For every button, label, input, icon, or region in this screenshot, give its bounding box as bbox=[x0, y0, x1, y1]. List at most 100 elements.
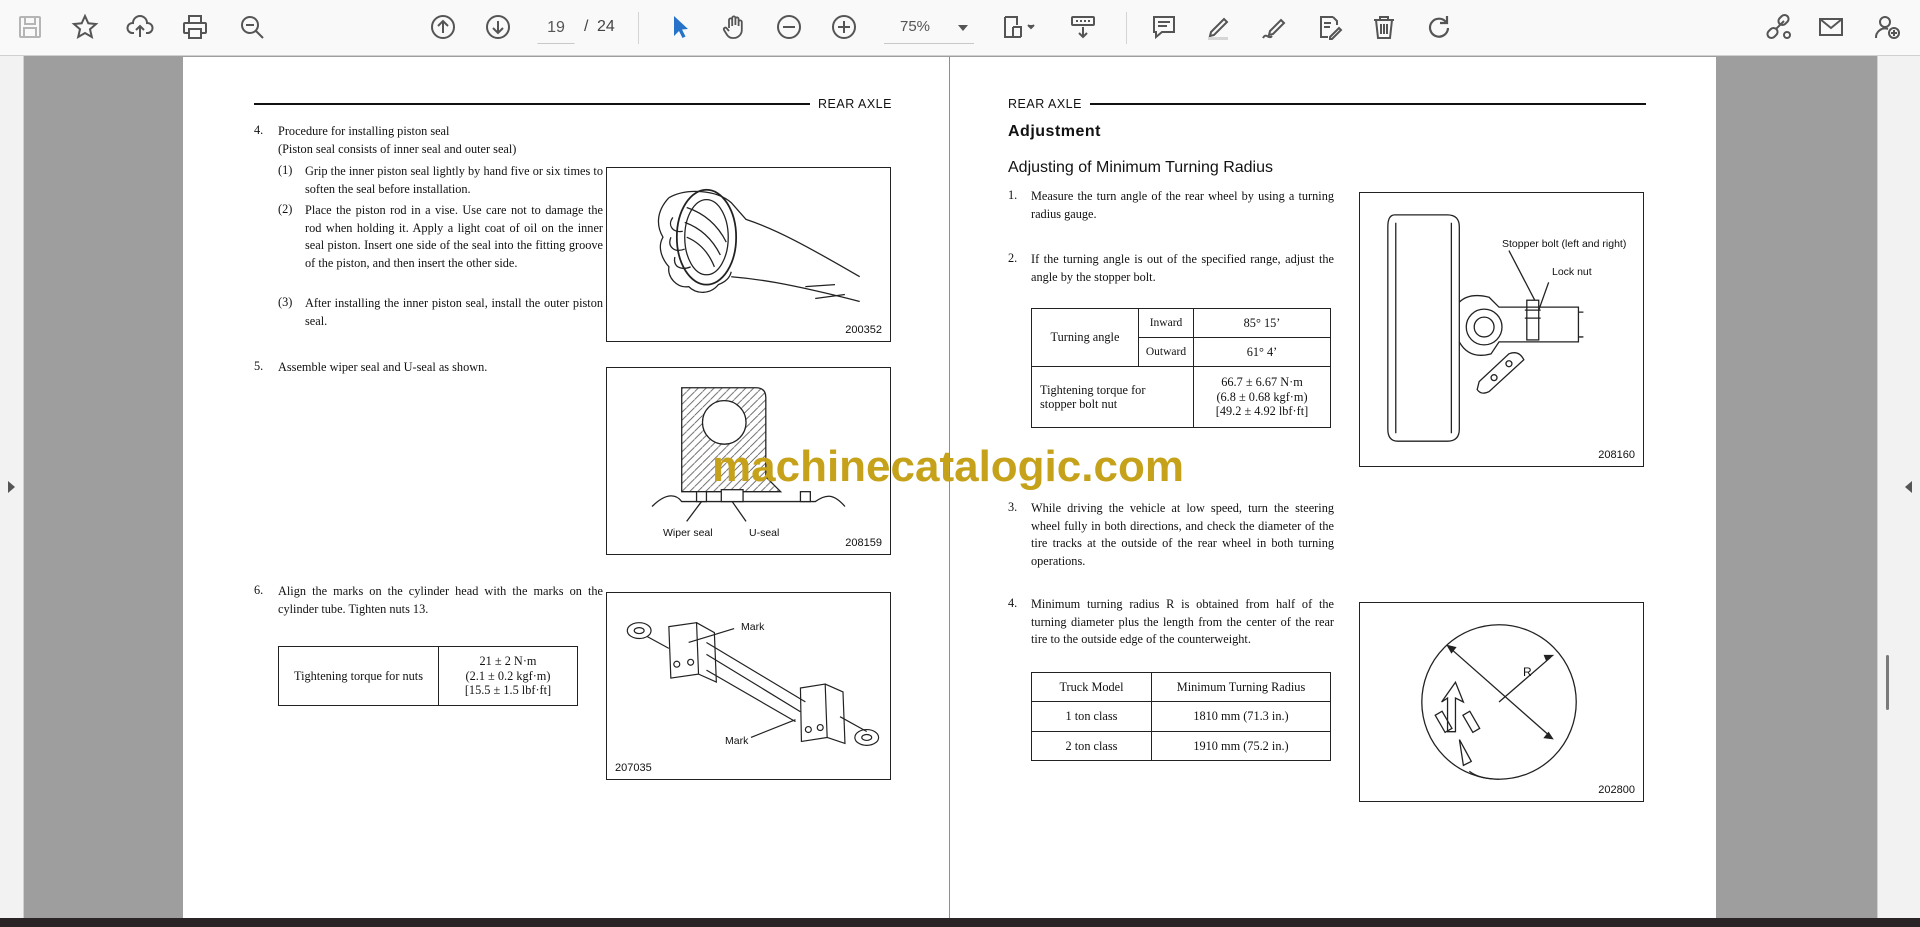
zoom-out-icon[interactable] bbox=[771, 9, 807, 45]
step-subtitle: (Piston seal consists of inner seal and … bbox=[278, 142, 517, 156]
expand-right-panel-icon[interactable] bbox=[1905, 481, 1912, 493]
inward-label: Inward bbox=[1138, 308, 1194, 338]
stopper-torque-label-line2: stopper bolt nut bbox=[1040, 397, 1118, 411]
figure-number: 207035 bbox=[615, 762, 652, 774]
stopper-torque-kgf: (6.8 ± 0.68 kgf·m) bbox=[1216, 389, 1308, 404]
right-panel-strip[interactable] bbox=[1877, 56, 1920, 918]
step-text: Minimum turning radius R is obtained fro… bbox=[1031, 597, 1334, 647]
figure-hand-grip: 200352 bbox=[606, 167, 891, 342]
page-separator: / bbox=[584, 18, 589, 35]
turning-radius-illustration bbox=[1421, 624, 1577, 780]
step-number: 5. bbox=[254, 359, 264, 373]
stopper-torque-label: Tightening torque for stopper bolt nut bbox=[1031, 366, 1194, 428]
step-text: Align the marks on the cylinder head wit… bbox=[278, 584, 603, 616]
stopper-torque-value: 66.7 ± 6.67 N·m (6.8 ± 0.68 kgf·m) [49.2… bbox=[1193, 366, 1331, 428]
substep-number: (3) bbox=[278, 295, 293, 309]
torque-value-lbf: [15.5 ± 1.5 lbf·ft] bbox=[464, 683, 552, 698]
select-cursor-icon[interactable] bbox=[662, 9, 698, 45]
figure-number: 208160 bbox=[1598, 449, 1635, 461]
step-number: 3. bbox=[1008, 500, 1018, 514]
zoom-level-select[interactable]: 75% bbox=[884, 12, 974, 44]
step-number: 1. bbox=[1008, 188, 1018, 202]
label-stopper-bolt: Stopper bolt (left and right) bbox=[1502, 238, 1627, 250]
zoom-in-icon[interactable] bbox=[826, 9, 862, 45]
toolbar: 19 / 24 75% bbox=[0, 0, 1920, 56]
figure-number: 208159 bbox=[845, 537, 882, 549]
subsection-title: Adjusting of Minimum Turning Radius bbox=[1008, 159, 1274, 176]
label-u-seal: U-seal bbox=[749, 527, 780, 539]
torque-value-kgf: (2.1 ± 0.2 kgf·m) bbox=[465, 668, 551, 683]
page-fit-icon[interactable] bbox=[997, 9, 1041, 45]
expand-left-panel-icon[interactable] bbox=[8, 481, 15, 493]
torque-value-nm: 21 ± 2 N·m bbox=[479, 654, 537, 669]
table-row: 2 ton class 1910 mm (75.2 in.) bbox=[1031, 730, 1331, 762]
vertical-scrollbar-thumb[interactable] bbox=[1886, 655, 1889, 710]
substep-number: (2) bbox=[278, 202, 293, 216]
star-icon[interactable] bbox=[67, 9, 103, 45]
cloud-upload-icon[interactable] bbox=[122, 9, 158, 45]
draw-icon[interactable] bbox=[1256, 9, 1292, 45]
step-text: Measure the turn angle of the rear wheel… bbox=[1031, 189, 1334, 221]
toolbar-divider bbox=[1126, 12, 1127, 44]
header-rule bbox=[254, 103, 810, 105]
figure-number: 200352 bbox=[845, 324, 882, 336]
page-header: REAR AXLE bbox=[818, 97, 892, 111]
chevron-down-icon bbox=[958, 25, 968, 31]
hand-tool-icon[interactable] bbox=[716, 9, 752, 45]
email-icon[interactable] bbox=[1813, 9, 1849, 45]
inward-value: 85° 15’ bbox=[1193, 308, 1331, 338]
step-text: If the turning angle is out of the speci… bbox=[1031, 252, 1334, 284]
outward-label: Outward bbox=[1138, 337, 1194, 367]
label-wiper-seal: Wiper seal bbox=[663, 527, 713, 539]
step-text: While driving the vehicle at low speed, … bbox=[1031, 501, 1334, 568]
header-rule bbox=[1090, 103, 1646, 105]
section-title: Adjustment bbox=[1008, 123, 1101, 140]
stopper-torque-nm: 66.7 ± 6.67 N·m bbox=[1221, 375, 1303, 390]
edit-document-icon[interactable] bbox=[1311, 9, 1347, 45]
hand-grip-illustration bbox=[657, 188, 861, 303]
column-header-min-radius: Minimum Turning Radius bbox=[1151, 671, 1331, 703]
read-mode-icon[interactable] bbox=[1065, 9, 1101, 45]
page-number-input[interactable]: 19 bbox=[537, 12, 575, 44]
print-icon[interactable] bbox=[177, 9, 213, 45]
torque-value: 21 ± 2 N·m (2.1 ± 0.2 kgf·m) [15.5 ± 1.5… bbox=[438, 646, 578, 706]
add-user-icon[interactable] bbox=[1869, 9, 1905, 45]
stopper-torque-label-line1: Tightening torque for bbox=[1040, 382, 1146, 397]
step-number: 4. bbox=[254, 123, 264, 137]
redo-icon[interactable] bbox=[1421, 9, 1457, 45]
substep-number: (1) bbox=[278, 163, 293, 177]
share-link-icon[interactable] bbox=[1760, 9, 1796, 45]
label-mark-bottom: Mark bbox=[725, 735, 749, 747]
figure-cylinder: Mark Mark 207035 bbox=[606, 592, 891, 780]
watermark: machinecatalogic.com bbox=[712, 442, 1184, 491]
save-icon[interactable] bbox=[12, 9, 48, 45]
figure-turning-radius: R 202800 bbox=[1359, 602, 1644, 802]
table-row: 1 ton class 1810 mm (71.3 in.) bbox=[1031, 701, 1331, 732]
trash-icon[interactable] bbox=[1366, 9, 1402, 45]
stopper-torque-lbf: [49.2 ± 4.92 lbf·ft] bbox=[1215, 404, 1309, 419]
stopper-bolt-illustration bbox=[1387, 214, 1584, 442]
zoom-out-search-icon[interactable] bbox=[234, 9, 270, 45]
zoom-level-value: 75% bbox=[900, 18, 931, 35]
truck-model-cell: 2 ton class bbox=[1031, 730, 1152, 762]
label-radius-r: R bbox=[1523, 665, 1532, 679]
step-title: Procedure for installing piston seal bbox=[278, 124, 450, 138]
figure-number: 202800 bbox=[1598, 784, 1635, 796]
column-header-truck-model: Truck Model bbox=[1031, 671, 1152, 703]
label-lock-nut: Lock nut bbox=[1552, 266, 1592, 278]
bottom-bar bbox=[0, 918, 1920, 927]
next-page-icon[interactable] bbox=[480, 9, 516, 45]
left-panel-strip[interactable] bbox=[0, 56, 24, 918]
page-total: 24 bbox=[597, 18, 615, 35]
toolbar-divider bbox=[638, 12, 639, 44]
turning-radius-table: Truck Model Minimum Turning Radius 1 ton… bbox=[1031, 671, 1331, 762]
figure-stopper-bolt: Stopper bolt (left and right) Lock nut 2… bbox=[1359, 192, 1644, 467]
highlight-pen-icon[interactable] bbox=[1200, 9, 1236, 45]
step-number: 6. bbox=[254, 583, 264, 597]
previous-page-icon[interactable] bbox=[425, 9, 461, 45]
label-mark-top: Mark bbox=[741, 621, 765, 633]
step-text: Assemble wiper seal and U-seal as shown. bbox=[278, 360, 488, 374]
turning-angle-table: Turning angle Inward 85° 15’ Outward 61°… bbox=[1031, 308, 1331, 428]
radius-cell: 1910 mm (75.2 in.) bbox=[1151, 730, 1331, 762]
comment-icon[interactable] bbox=[1146, 9, 1182, 45]
